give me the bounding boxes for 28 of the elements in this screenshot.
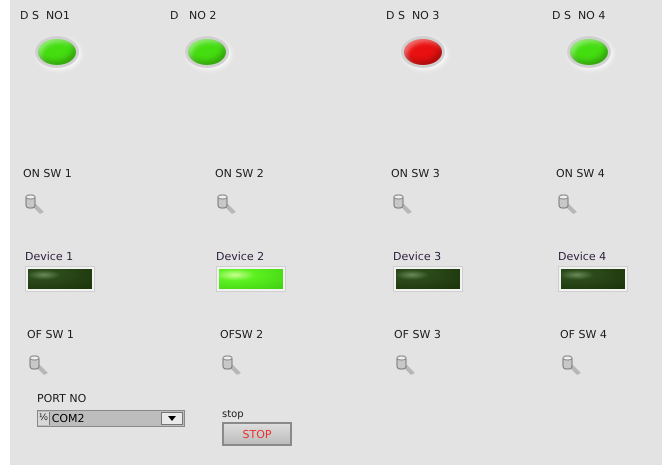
toggle-switch[interactable] (560, 353, 584, 377)
switch-label: OFSW 2 (220, 328, 264, 341)
toggle-switch[interactable] (394, 353, 418, 377)
switch-label: OF SW 1 (27, 328, 74, 341)
toggle-switch[interactable] (27, 353, 51, 377)
indicator-label: D S NO 3 (386, 9, 440, 22)
stop-label: stop (222, 408, 244, 421)
toggle-switch[interactable] (391, 192, 415, 216)
switch-label: OF SW 3 (394, 328, 441, 341)
indicator-label: D NO 2 (170, 9, 216, 22)
indicator-label: D S NO 4 (552, 9, 606, 22)
switch-label: ON SW 3 (391, 167, 440, 180)
device-label: Device 3 (393, 250, 442, 263)
switch-label: OF SW 4 (560, 328, 607, 341)
device-label: Device 4 (558, 250, 606, 263)
switch-label: ON SW 2 (215, 167, 264, 180)
port-label: PORT NO (37, 392, 86, 405)
indicator-label: D S NO1 (20, 9, 70, 22)
device-label: Device 1 (25, 250, 74, 263)
toggle-switch[interactable] (556, 192, 580, 216)
device-label: Device 2 (216, 250, 264, 263)
toggle-switch[interactable] (215, 192, 239, 216)
switch-label: ON SW 1 (23, 167, 72, 180)
port-dropdown[interactable]: ⅟₀ COM2 (37, 410, 185, 427)
toggle-switch[interactable] (220, 353, 244, 377)
radix-indicator: ⅟₀ (38, 412, 49, 425)
switch-label: ON SW 4 (556, 167, 605, 180)
toggle-switch[interactable] (23, 192, 47, 216)
